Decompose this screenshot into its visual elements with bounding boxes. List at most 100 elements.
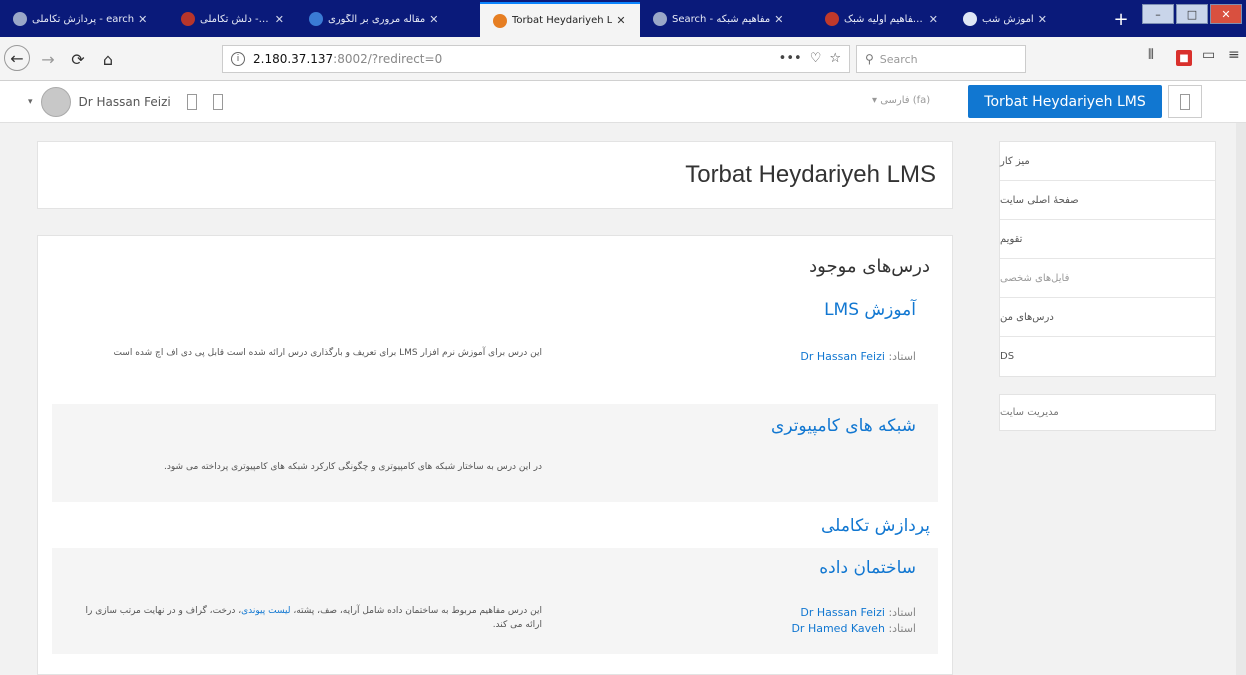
maximize-button[interactable]: □ [1176, 4, 1208, 24]
navigation-block: میز کار صفحهٔ اصلی سایت تقویم فایل‌های ش… [999, 141, 1216, 377]
reload-button[interactable]: ⟳ [66, 47, 90, 71]
extension-icon[interactable]: ■ [1176, 50, 1192, 66]
navigation-toolbar: ← → ⟳ ⌂ i 2.180.37.137:8002/?redirect=0 … [0, 37, 1246, 81]
nav-item-my-courses[interactable]: درس‌های من [1000, 298, 1215, 337]
page-header: Torbat Heydariyeh LMS [37, 141, 953, 209]
drawer-toggle-button[interactable] [1168, 85, 1202, 118]
window-controls: – □ ✕ [1142, 4, 1242, 24]
nav-item-calendar[interactable]: تقویم [1000, 220, 1215, 259]
course-name-link[interactable]: ساختمان داده [819, 558, 916, 578]
summary-text: این درس مفاهیم مربوط به ساختمان داده شام… [293, 606, 542, 616]
tab-close-icon[interactable]: ✕ [774, 13, 783, 26]
page-scrollbar[interactable] [1236, 123, 1246, 675]
chevron-down-icon: ▾ [28, 97, 33, 107]
tab-close-icon[interactable]: ✕ [616, 14, 625, 27]
site-header: ▾ Dr Hassan Feizi ▾ فارسی (fa) Torbat He… [0, 81, 1246, 123]
home-button[interactable]: ⌂ [96, 47, 120, 71]
minimize-button[interactable]: – [1142, 4, 1174, 24]
url-bar[interactable]: i 2.180.37.137:8002/?redirect=0 ••• ♡ ☆ [222, 45, 850, 73]
available-courses: درس‌های موجود آموزش LMS استاد: Dr Hassan… [37, 235, 953, 675]
avatar[interactable] [40, 87, 71, 117]
url-actions: ••• ♡ ☆ [779, 51, 841, 66]
tab-title: Torbat Heydariyeh L [512, 15, 613, 26]
course-summary: در این درس به ساختار شبکه های کامپیوتری … [164, 462, 542, 472]
site-administration-block[interactable]: مدیریت سایت [999, 394, 1216, 431]
teacher-role: استاد: [888, 606, 916, 619]
sidebar-toggle-icon[interactable]: ▭ [1202, 47, 1215, 63]
drawer-icon [1180, 93, 1190, 110]
notifications-icon[interactable] [212, 94, 223, 110]
search-icon: ⚲ [865, 52, 874, 66]
url-path: :8002/?redirect=0 [333, 52, 443, 66]
browser-tab[interactable]: آموزش شب ✕ [950, 3, 1106, 35]
search-placeholder: Search [879, 52, 918, 66]
teacher-name-link[interactable]: Dr Hassan Feizi [800, 606, 885, 619]
course-item: ساختمان داده استاد: Dr Hassan Feizi استا… [52, 548, 938, 654]
tab-close-icon[interactable]: ✕ [429, 13, 438, 26]
summary-link[interactable]: لیست پیوندی [241, 606, 290, 616]
course-teacher: استاد: Dr Hamed Kaveh [791, 622, 916, 635]
browser-tab[interactable]: آموزش مفاهیم اولیه شبک ✕ [812, 3, 950, 35]
page-title: Torbat Heydariyeh LMS [685, 161, 936, 188]
tab-close-icon[interactable]: ✕ [1038, 13, 1047, 26]
messages-icon[interactable] [186, 94, 197, 110]
tab-title: آموزش شب [982, 13, 1034, 25]
tab-title: پردازش تکاملی - earch [32, 13, 135, 25]
tab-title: مقاله مروری بر الگوری [328, 13, 426, 25]
tab-close-icon[interactable]: ✕ [138, 13, 147, 26]
course-name-link[interactable]: آموزش LMS [824, 300, 916, 320]
browser-tab[interactable]: Search - مفاهیم شبکه ✕ [640, 3, 812, 35]
browser-tab[interactable]: دلش تکاملی - Alcoce ✕ [168, 3, 296, 35]
tab-title: Search - مفاهیم شبکه [672, 13, 771, 25]
browser-tab[interactable]: مقاله مروری بر الگوری ✕ [296, 3, 480, 35]
browser-tab[interactable]: پردازش تکاملی - earch ✕ [0, 3, 168, 35]
course-summary: این درس مفاهیم مربوط به ساختمان داده شام… [82, 604, 542, 633]
language-label: فارسی (fa) [880, 95, 931, 106]
pocket-icon[interactable]: ♡ [810, 51, 822, 66]
course-category-link[interactable]: پردازش تکاملی [821, 516, 930, 536]
tab-title: دلش تکاملی - Alcoce [200, 13, 271, 25]
library-icon[interactable]: ⫴ [1148, 47, 1154, 63]
tab-favicon-icon [963, 12, 977, 26]
nav-item-dashboard[interactable]: میز کار [1000, 142, 1215, 181]
course-name-link[interactable]: شبکه های کامپیوتری [771, 416, 916, 436]
tab-close-icon[interactable]: ✕ [275, 13, 284, 26]
teacher-name-link[interactable]: Dr Hamed Kaveh [791, 622, 884, 635]
tab-close-icon[interactable]: ✕ [929, 13, 938, 26]
browser-tab[interactable]: Torbat Heydariyeh L ✕ [480, 2, 640, 37]
user-name[interactable]: Dr Hassan Feizi [79, 95, 171, 109]
course-summary: این درس برای آموزش نرم افزار LMS برای تع… [113, 348, 542, 358]
course-teacher: استاد: Dr Hassan Feizi [800, 606, 916, 619]
search-bar[interactable]: ⚲ Search [856, 45, 1026, 73]
nav-item-site-home[interactable]: صفحهٔ اصلی سایت [1000, 181, 1215, 220]
tab-favicon-icon [181, 12, 195, 26]
back-button[interactable]: ← [4, 45, 30, 71]
language-menu[interactable]: ▾ فارسی (fa) [872, 95, 930, 106]
tab-title: آموزش مفاهیم اولیه شبک [844, 13, 925, 25]
teacher-role: استاد: [888, 622, 916, 635]
course-item: شبکه های کامپیوتری در این درس به ساختار … [52, 404, 938, 502]
tab-favicon-icon [493, 13, 507, 28]
tab-favicon-icon [13, 12, 27, 26]
new-tab-button[interactable]: + [1108, 6, 1134, 32]
tab-favicon-icon [309, 12, 323, 26]
site-info-icon[interactable]: i [231, 52, 245, 66]
teacher-name-link[interactable]: Dr Hassan Feizi [800, 350, 885, 363]
section-heading: درس‌های موجود [809, 256, 930, 277]
nav-item-course-ds[interactable]: DS [1000, 337, 1215, 376]
bookmark-star-icon[interactable]: ☆ [829, 51, 841, 66]
window-close-button[interactable]: ✕ [1210, 4, 1242, 24]
user-menu[interactable]: ▾ Dr Hassan Feizi [28, 87, 223, 117]
course-item: آموزش LMS استاد: Dr Hassan Feizi این درس… [52, 286, 938, 398]
teacher-role: استاد: [888, 350, 916, 363]
site-name-button[interactable]: Torbat Heydariyeh LMS [968, 85, 1162, 118]
nav-item-private-files[interactable]: فایل‌های شخصی [1000, 259, 1215, 298]
url-host: 2.180.37.137 [253, 52, 334, 66]
tab-favicon-icon [825, 12, 839, 26]
menu-hamburger-icon[interactable]: ≡ [1228, 47, 1240, 63]
tab-favicon-icon [653, 12, 667, 26]
forward-button[interactable]: → [36, 47, 60, 71]
page-actions-icon[interactable]: ••• [779, 51, 802, 66]
browser-tab-strip: پردازش تکاملی - earch✕دلش تکاملی - Alcoc… [0, 0, 1246, 37]
course-teacher: استاد: Dr Hassan Feizi [800, 350, 916, 363]
